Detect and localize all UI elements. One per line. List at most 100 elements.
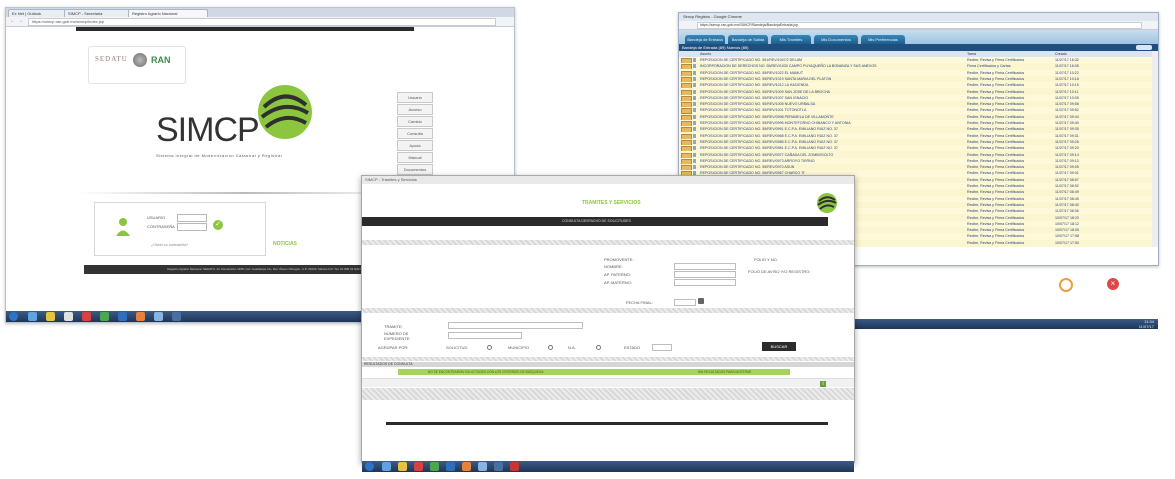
table-row[interactable]: REPOSICION DE CERTIFICADO NO. 551/REV/10…: [679, 57, 1152, 64]
estado-select[interactable]: [652, 344, 672, 351]
table-row[interactable]: REPOSICION DE CERTIFICADO NO. 55/REV/099…: [679, 113, 1152, 120]
close-icon[interactable]: ×: [1107, 278, 1119, 290]
table-row[interactable]: REPOSICION DE CERTIFICADO NO. 55/REV/101…: [679, 82, 1152, 89]
table-row[interactable]: REPOSICION DE CERTIFICADO NO. 55/REV/100…: [679, 88, 1152, 95]
address-bar: ← → https://simcp.ran.gob.mx/simcp/index…: [6, 17, 514, 27]
word-icon[interactable]: [446, 462, 455, 471]
start-icon[interactable]: [9, 312, 18, 321]
table-row[interactable]: REPOSICION DE CERTIFICADO NO. 55/REV/101…: [679, 75, 1152, 83]
folder-icon[interactable]: [46, 312, 55, 321]
table-row[interactable]: REPOSICION DE CERTIFICADO NO. 55/REV/102…: [679, 69, 1152, 76]
table-row[interactable]: REPOSICION DE CERTIFICADO NO. 55/REV/097…: [679, 157, 1152, 164]
cell-tarea: Recibe, Revisa y Firma Certificados: [967, 58, 1025, 62]
fecha-final-input[interactable]: [674, 299, 696, 306]
start-icon[interactable]: [365, 462, 374, 471]
cell-asunto: REPOSICION DE CERTIFICADO NO. 55/REV/102…: [700, 70, 804, 75]
side-menu-item[interactable]: Acceso: [397, 104, 433, 115]
cell-creado: 10/07/17 17:58: [1055, 234, 1079, 239]
table-row[interactable]: REPOSICION DE CERTIFICADO NO. 55/REV/098…: [679, 138, 1152, 146]
cell-creado: 11/07/17 09:05: [1055, 165, 1079, 170]
url-field[interactable]: https://simcp.ran.gob.mx/SIMCP/Bandeja/B…: [697, 22, 1142, 29]
outlook-icon[interactable]: [172, 312, 181, 321]
agrupar-label: AGRUPAR POR:: [378, 345, 409, 350]
expediente-input[interactable]: [448, 332, 522, 339]
app-icon[interactable]: [64, 312, 73, 321]
chrome-icon[interactable]: [414, 462, 423, 471]
cell-tarea: Recibe, Revisa y Firma Certificados: [967, 221, 1025, 226]
tab-bandeja-salida[interactable]: Bandeja de Salida: [728, 35, 768, 44]
document-icon: [693, 102, 696, 107]
tab-mis-documentos[interactable]: Mis Documentos: [814, 35, 858, 44]
side-menu-item[interactable]: Usuario: [397, 92, 433, 103]
nombre-input[interactable]: [674, 263, 736, 270]
back-icon[interactable]: ←: [10, 18, 15, 24]
username-input[interactable]: [177, 214, 207, 222]
cell-asunto: REPOSICION DE CERTIFICADO NO. 55/REV/098…: [700, 139, 838, 144]
search-button[interactable]: BUSCAR: [762, 342, 796, 351]
cell-tarea: Recibe, Revisa y Firma Certificados: [967, 190, 1025, 195]
powerpoint-icon[interactable]: [462, 462, 471, 471]
tab-mis-preferencias[interactable]: Mis Preferencias: [861, 35, 905, 44]
excel-icon[interactable]: [100, 312, 109, 321]
ap-materno-input[interactable]: [674, 279, 736, 286]
cell-tarea: Recibe, Revisa y Firma Certificados: [967, 70, 1025, 75]
radio-na[interactable]: [596, 345, 601, 350]
nav-strip: Bandeja de Entrada Bandeja de Salida Mis…: [679, 30, 1158, 44]
outlook-icon[interactable]: [494, 462, 503, 471]
side-menu-item[interactable]: Cambio: [397, 116, 433, 127]
side-menu-item[interactable]: Consulta: [397, 128, 433, 139]
cell-tarea: Recibe, Revisa y Firma Certificados: [967, 202, 1025, 207]
news-label[interactable]: NOTICIAS: [273, 241, 297, 247]
calendar-icon[interactable]: [698, 298, 704, 304]
pdf-icon[interactable]: [510, 462, 519, 471]
cell-asunto: REPOSICION DE CERTIFICADO NO. 55/REV/097…: [700, 152, 834, 157]
ap-paterno-input[interactable]: [674, 271, 736, 278]
folder-icon[interactable]: [398, 462, 407, 471]
document-icon: [693, 70, 696, 75]
forgot-password-link[interactable]: ¿Olvidó su contraseña?: [151, 243, 188, 247]
table-row[interactable]: REPOSICION DE CERTIFICADO NO. 55/REV/098…: [679, 145, 1152, 152]
table-row[interactable]: REPOSICION DE CERTIFICADO NO. 55/REV/098…: [679, 132, 1152, 139]
browser-window-tramites: SIMCP - Tramites y Servicios TRAMITES Y …: [361, 175, 855, 472]
print-icon[interactable]: [1059, 278, 1073, 292]
table-row[interactable]: INCORPORACION DE DERECHOS NO. 55/REV/103…: [679, 63, 1152, 70]
word-icon[interactable]: [118, 312, 127, 321]
side-menu-item[interactable]: Documentos: [397, 164, 433, 175]
ie-icon[interactable]: [28, 312, 37, 321]
export-icon[interactable]: i: [820, 381, 826, 387]
table-row[interactable]: REPOSICION DE CERTIFICADO NO. 55/REV/100…: [679, 94, 1152, 101]
side-menu-item[interactable]: Ayuda: [397, 140, 433, 151]
tramite-input[interactable]: [448, 322, 583, 329]
url-field[interactable]: https://simcp.ran.gob.mx/simcp/index.jsp: [28, 18, 496, 26]
tab-bandeja-entrada[interactable]: Bandeja de Entrada: [685, 35, 725, 44]
cell-asunto: REPOSICION DE CERTIFICADO NO. 55/REV/097…: [700, 158, 815, 163]
check-icon[interactable]: ✓: [213, 220, 223, 230]
table-row[interactable]: REPOSICION DE CERTIFICADO NO. 55/REV/100…: [679, 101, 1152, 108]
radio-municipio[interactable]: [548, 345, 553, 350]
table-row[interactable]: REPOSICION DE CERTIFICADO NO. 55/REV/100…: [679, 107, 1152, 114]
tab-mis-tramites[interactable]: Mis Tramites: [771, 35, 811, 44]
scrollbar[interactable]: [1152, 51, 1158, 247]
forward-icon[interactable]: →: [18, 18, 23, 24]
cell-tarea: Recibe, Revisa y Firma Certificados: [967, 114, 1025, 119]
table-row[interactable]: REPOSICION DE CERTIFICADO NO. 55/REV/099…: [679, 120, 1152, 127]
table-row[interactable]: REPOSICION DE CERTIFICADO NO. 55/REV/097…: [679, 164, 1152, 171]
powerpoint-icon[interactable]: [136, 312, 145, 321]
chrome-icon[interactable]: [82, 312, 91, 321]
password-input[interactable]: [177, 223, 207, 231]
ap-materno-label: AP. MATERNO:: [604, 280, 632, 285]
table-row[interactable]: REPOSICION DE CERTIFICADO NO. 55/REV/097…: [679, 151, 1152, 158]
radio-solicitud[interactable]: [487, 345, 492, 350]
excel-icon[interactable]: [430, 462, 439, 471]
app-icon[interactable]: [154, 312, 163, 321]
side-menu-item[interactable]: Manual: [397, 152, 433, 163]
app-title: SIMCP: [156, 111, 260, 149]
refresh-button[interactable]: [1136, 45, 1152, 50]
ie-icon[interactable]: [382, 462, 391, 471]
cell-tarea: Recibe, Revisa y Firma Certificados: [967, 76, 1025, 81]
table-row[interactable]: REPOSICION DE CERTIFICADO NO. 55/REV/099…: [679, 126, 1152, 133]
browser-tabstrip: Ex Net | Outlook SIMCP - Secretaria Regi…: [6, 8, 514, 18]
cell-tarea: Recibe, Revisa y Firma Certificados: [967, 95, 1025, 100]
app-icon[interactable]: [478, 462, 487, 471]
page-title: TRAMITES Y SERVICIOS: [582, 200, 641, 206]
